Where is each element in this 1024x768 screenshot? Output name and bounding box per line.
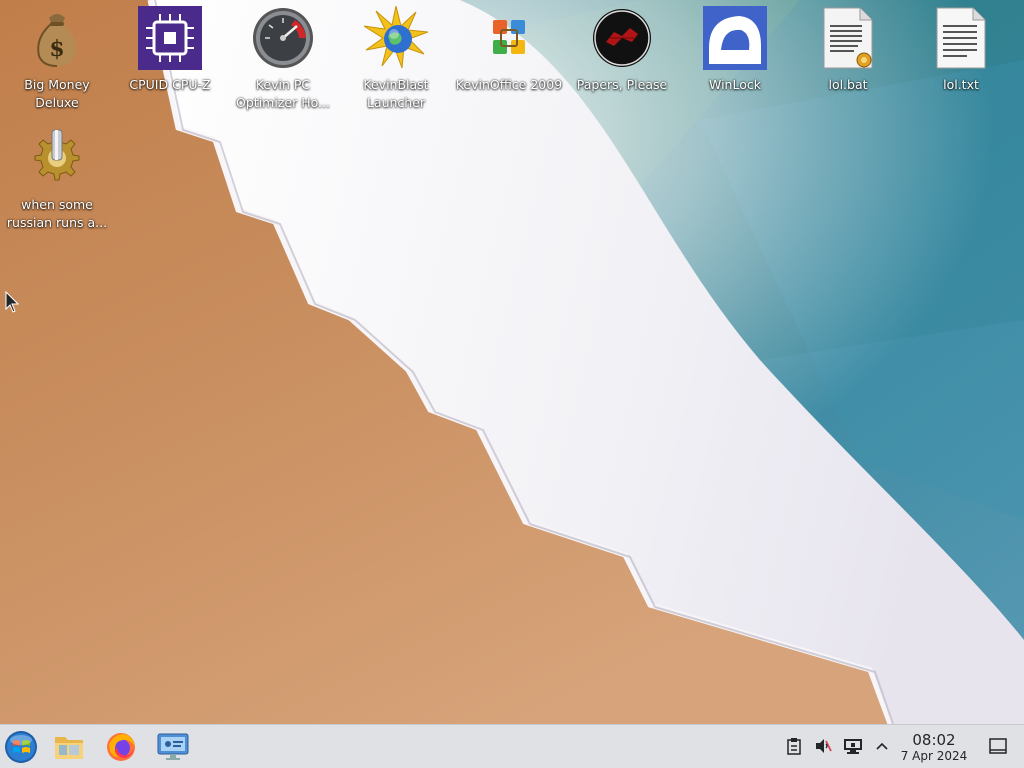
wallpaper bbox=[0, 0, 1024, 724]
network-tray-button[interactable] bbox=[842, 735, 864, 757]
desktop-icon-cpuid-cpu-z[interactable]: CPUID CPU-Z bbox=[114, 6, 226, 94]
show-desktop-button[interactable] bbox=[987, 735, 1009, 757]
desktop-icon-label: lol.txt bbox=[943, 77, 979, 92]
desktop-icon-lol-txt[interactable]: lol.txt bbox=[905, 6, 1017, 94]
desktop-icon-label: lol.bat bbox=[828, 77, 868, 92]
cpu-chip-icon bbox=[138, 6, 202, 70]
desktop: $ Big Money Deluxe CPUID CPU-Z Kevin PC … bbox=[0, 0, 1024, 724]
desktop-icon-kevin-pc-optimizer[interactable]: Kevin PC Optimizer Ho... bbox=[227, 6, 339, 112]
remote-desktop-button[interactable] bbox=[155, 729, 191, 765]
desktop-icon-label: WinLock bbox=[709, 77, 761, 92]
volume-tray-button[interactable] bbox=[812, 735, 834, 757]
desktop-icon-label: Papers, Please bbox=[576, 77, 668, 92]
desktop-icon-lol-bat[interactable]: lol.bat bbox=[792, 6, 904, 94]
gear-executable-icon bbox=[25, 126, 89, 190]
chevron-up-icon bbox=[876, 742, 888, 750]
desktop-icon-label: Kevin PC Optimizer Ho... bbox=[236, 77, 330, 110]
speedometer-icon bbox=[251, 6, 315, 70]
desktop-icon-label: KevinBlast Launcher bbox=[363, 77, 429, 110]
volume-muted-icon bbox=[816, 739, 832, 753]
tray-expand-button[interactable] bbox=[871, 735, 893, 757]
start-button[interactable] bbox=[3, 729, 39, 765]
desktop-icon-when-some-russian[interactable]: when some russian runs a... bbox=[1, 126, 113, 232]
desktop-icon-kevinblast-launcher[interactable]: KevinBlast Launcher bbox=[340, 6, 452, 112]
desktop-icon-big-money-deluxe[interactable]: $ Big Money Deluxe bbox=[1, 6, 113, 112]
desktop-icon-label: Big Money Deluxe bbox=[24, 77, 90, 110]
lock-icon bbox=[703, 6, 767, 70]
taskbar: 08:02 7 Apr 2024 bbox=[0, 724, 1024, 768]
desktop-icon-label: CPUID CPU-Z bbox=[129, 77, 211, 92]
firefox-icon bbox=[107, 733, 135, 761]
desktop-icon-label: when some russian runs a... bbox=[6, 197, 108, 230]
mouse-cursor-icon bbox=[5, 291, 19, 313]
desktop-icon-label: KevinOffice 2009 bbox=[455, 77, 563, 92]
clock-time: 08:02 bbox=[912, 731, 956, 749]
desktop-icon-kevinoffice-2009[interactable]: KevinOffice 2009 bbox=[453, 6, 565, 94]
start-orb-icon bbox=[5, 731, 37, 763]
papers-please-icon bbox=[590, 6, 654, 70]
clipboard-icon bbox=[787, 738, 801, 755]
clipboard-tray-button[interactable] bbox=[783, 735, 805, 757]
folder-icon bbox=[55, 737, 83, 759]
sunburst-globe-icon bbox=[364, 6, 428, 70]
text-file-icon bbox=[929, 6, 993, 70]
firefox-button[interactable] bbox=[103, 729, 139, 765]
remote-desktop-icon bbox=[157, 733, 189, 760]
desktop-icon-papers-please[interactable]: Papers, Please bbox=[566, 6, 678, 94]
clock-date: 7 Apr 2024 bbox=[900, 749, 968, 763]
show-desktop-icon bbox=[989, 738, 1007, 754]
file-explorer-button[interactable] bbox=[51, 729, 87, 765]
clock[interactable]: 08:02 7 Apr 2024 bbox=[896, 731, 972, 764]
svg-text:$: $ bbox=[49, 36, 64, 62]
money-bag-icon: $ bbox=[25, 6, 89, 70]
desktop-icon-winlock[interactable]: WinLock bbox=[679, 6, 791, 94]
batch-file-icon bbox=[816, 6, 880, 70]
network-monitor-icon bbox=[844, 739, 862, 754]
office-logo-icon bbox=[477, 6, 541, 70]
